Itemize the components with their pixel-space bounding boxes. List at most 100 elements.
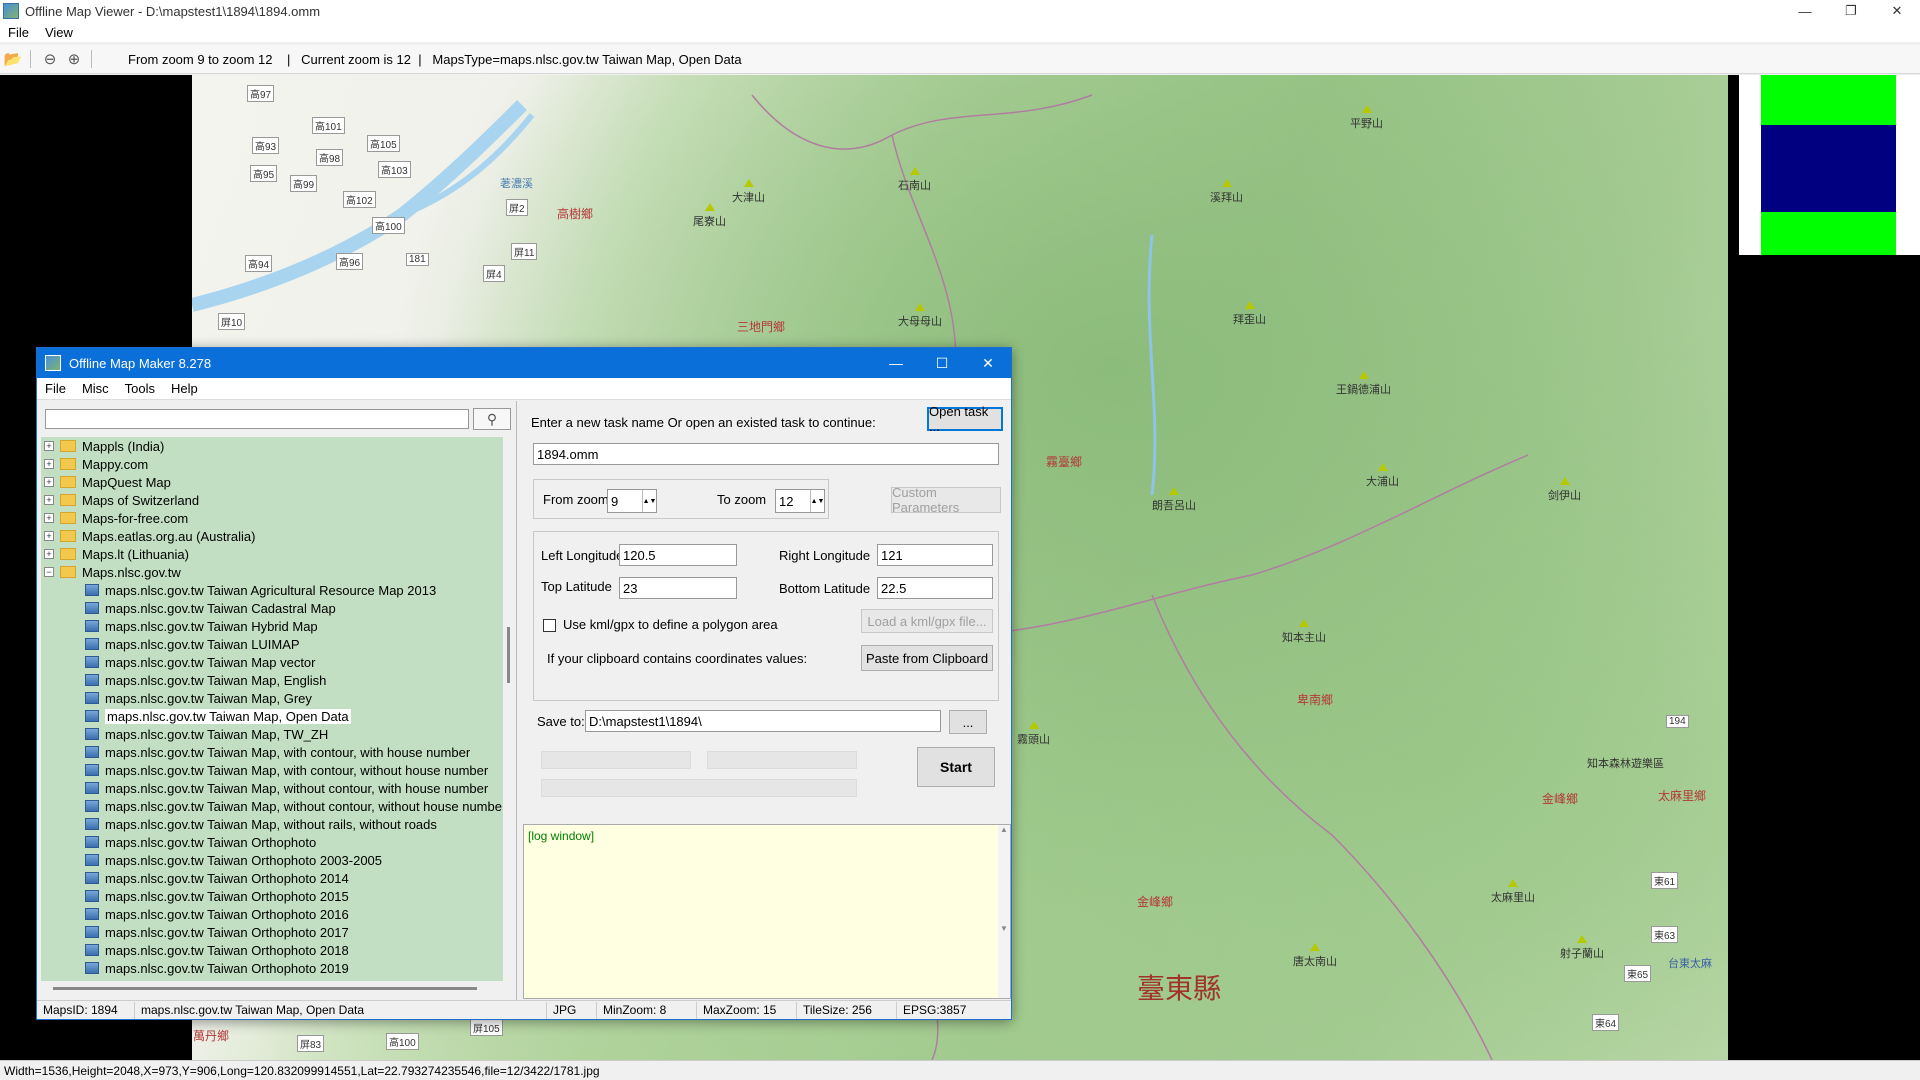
search-button[interactable]: ⚲ — [473, 408, 511, 430]
tree-folder[interactable]: + Mappls (India) — [41, 437, 503, 455]
scrollbar-thumb[interactable] — [507, 627, 510, 683]
tree-item[interactable]: maps.nlsc.gov.tw Taiwan LUIMAP — [41, 635, 503, 653]
tree-folder[interactable]: + Maps-for-free.com — [41, 509, 503, 527]
expand-icon[interactable]: + — [44, 549, 54, 559]
township-label: 金峰鄉 — [1542, 792, 1579, 806]
tree-folder[interactable]: + Maps.eatlas.org.au (Australia) — [41, 527, 503, 545]
tree-folder[interactable]: + Maps of Switzerland — [41, 491, 503, 509]
load-kml-button[interactable]: Load a kml/gpx file... — [861, 609, 993, 633]
tree-folder[interactable]: + Maps.lt (Lithuania) — [41, 545, 503, 563]
road-label: 高103 — [378, 161, 411, 178]
kml-checkbox[interactable] — [543, 619, 556, 632]
tree-folder[interactable]: + MapQuest Map — [41, 473, 503, 491]
minimize-icon[interactable]: — — [1782, 0, 1828, 22]
save-to-input[interactable]: D:\mapstest1\1894\ — [585, 710, 941, 732]
maximize-icon[interactable]: ☐ — [919, 348, 965, 378]
menu-file[interactable]: File — [37, 381, 74, 396]
tree-item[interactable]: maps.nlsc.gov.tw Taiwan Map, Grey — [41, 689, 503, 707]
expand-icon[interactable]: + — [44, 495, 54, 505]
zoom-in-icon[interactable]: ⊕ — [63, 48, 85, 70]
peak-label: 太麻里山 — [1491, 879, 1535, 905]
peak-label: 大母母山 — [898, 303, 942, 329]
minimize-icon[interactable]: — — [873, 348, 919, 378]
tree-item-selected[interactable]: maps.nlsc.gov.tw Taiwan Map, Open Data — [41, 707, 503, 725]
tree-item[interactable]: maps.nlsc.gov.tw Taiwan Orthophoto 2016 — [41, 905, 503, 923]
tree-folder[interactable]: + Mappy.com — [41, 455, 503, 473]
tree-item[interactable]: maps.nlsc.gov.tw Taiwan Orthophoto 2017 — [41, 923, 503, 941]
menu-help[interactable]: Help — [163, 381, 206, 396]
tree-item[interactable]: maps.nlsc.gov.tw Taiwan Map, without con… — [41, 779, 503, 797]
road-label: 東63 — [1651, 926, 1679, 943]
right-longitude-input[interactable]: 121 — [877, 544, 993, 566]
menu-view[interactable]: View — [37, 25, 81, 40]
collapse-icon[interactable]: − — [44, 567, 54, 577]
custom-parameters-button[interactable]: Custom Parameters — [891, 485, 1001, 515]
viewer-toolbar: 📂 ⊖ ⊕ From zoom 9 to zoom 12 | Current z… — [0, 45, 1920, 74]
top-latitude-input[interactable]: 23 — [619, 577, 737, 599]
township-label: 高樹鄉 — [557, 207, 594, 221]
tree-item[interactable]: maps.nlsc.gov.tw Taiwan Cadastral Map — [41, 599, 503, 617]
tree-item[interactable]: maps.nlsc.gov.tw Taiwan Map vector — [41, 653, 503, 671]
open-task-button[interactable]: Open task ... — [927, 404, 1003, 434]
tree-item[interactable]: maps.nlsc.gov.tw Taiwan Orthophoto 2003-… — [41, 851, 503, 869]
spinner-arrows-icon[interactable]: ▲▼ — [810, 490, 824, 512]
left-longitude-label: Left Longitude — [541, 548, 624, 563]
tree-item[interactable]: maps.nlsc.gov.tw Taiwan Hybrid Map — [41, 617, 503, 635]
close-icon[interactable]: ✕ — [965, 348, 1011, 378]
expand-icon[interactable]: + — [44, 459, 54, 469]
tree-item[interactable]: maps.nlsc.gov.tw Taiwan Orthophoto — [41, 833, 503, 851]
menu-tools[interactable]: Tools — [117, 381, 163, 396]
open-folder-icon[interactable]: 📂 — [2, 48, 24, 70]
tree-item[interactable]: maps.nlsc.gov.tw Taiwan Map, without rai… — [41, 815, 503, 833]
zoom-out-icon[interactable]: ⊖ — [39, 48, 61, 70]
map-icon — [85, 620, 99, 632]
restore-icon[interactable]: ❐ — [1828, 0, 1874, 22]
tree-item[interactable]: maps.nlsc.gov.tw Taiwan Orthophoto 2014 — [41, 869, 503, 887]
tree-item[interactable]: maps.nlsc.gov.tw Taiwan Map, with contou… — [41, 743, 503, 761]
tree-item[interactable]: maps.nlsc.gov.tw Taiwan Map, TW_ZH — [41, 725, 503, 743]
tree-folder[interactable]: − Maps.nlsc.gov.tw — [41, 563, 503, 581]
spinner-arrows-icon[interactable]: ▲▼ — [642, 490, 656, 512]
river-label: 荖濃溪 — [500, 178, 533, 190]
peak-label: 剑伊山 — [1548, 477, 1581, 503]
tree-item[interactable]: maps.nlsc.gov.tw Taiwan Map, without con… — [41, 797, 503, 815]
peak-label: 王鍋德浦山 — [1336, 371, 1391, 397]
tree-horizontal-scrollbar[interactable] — [53, 987, 477, 990]
expand-icon[interactable]: + — [44, 441, 54, 451]
map-source-tree[interactable]: + Mappls (India) + Mappy.com + MapQuest Map… — [41, 437, 503, 981]
road-label: 高100 — [386, 1033, 419, 1050]
status-max-zoom: MaxZoom: 15 — [697, 1001, 797, 1019]
expand-icon[interactable]: + — [44, 531, 54, 541]
log-window[interactable]: [log window] ▲ ▼ — [523, 824, 1011, 999]
tree-item[interactable]: maps.nlsc.gov.tw Taiwan Agricultural Res… — [41, 581, 503, 599]
tree-item[interactable]: maps.nlsc.gov.tw Taiwan Map, English — [41, 671, 503, 689]
log-scrollbar[interactable]: ▲ ▼ — [998, 825, 1010, 998]
tree-item[interactable]: maps.nlsc.gov.tw Taiwan Orthophoto 2015 — [41, 887, 503, 905]
expand-icon[interactable]: + — [44, 477, 54, 487]
tree-item[interactable]: maps.nlsc.gov.tw Taiwan Orthophoto 2019 — [41, 959, 503, 977]
bottom-latitude-input[interactable]: 22.5 — [877, 577, 993, 599]
task-name-input[interactable]: 1894.omm — [533, 443, 999, 465]
expand-icon[interactable]: + — [44, 513, 54, 523]
from-zoom-spinner[interactable]: 9 ▲▼ — [607, 489, 657, 513]
tree-item[interactable]: maps.nlsc.gov.tw Taiwan Orthophoto 2018 — [41, 941, 503, 959]
tree-vertical-scrollbar[interactable] — [505, 437, 513, 981]
close-icon[interactable]: ✕ — [1874, 0, 1920, 22]
status-tile-size: TileSize: 256 — [797, 1001, 897, 1019]
folder-icon — [60, 494, 76, 506]
township-label: 三地門鄉 — [737, 320, 786, 334]
start-button[interactable]: Start — [917, 747, 995, 787]
menu-misc[interactable]: Misc — [74, 381, 117, 396]
viewer-window-controls: — ❐ ✕ — [1782, 0, 1920, 22]
legend-band-navy — [1761, 125, 1896, 212]
to-zoom-spinner[interactable]: 12 ▲▼ — [775, 489, 825, 513]
map-icon — [85, 782, 99, 794]
road-label: 東61 — [1651, 872, 1679, 889]
paste-from-clipboard-button[interactable]: Paste from Clipboard — [861, 645, 993, 671]
tree-item[interactable]: maps.nlsc.gov.tw Taiwan Map, with contou… — [41, 761, 503, 779]
menu-file[interactable]: File — [0, 25, 37, 40]
left-longitude-input[interactable]: 120.5 — [619, 544, 737, 566]
browse-button[interactable]: ... — [949, 710, 987, 734]
search-input[interactable] — [45, 409, 469, 429]
road-label: 高96 — [336, 253, 364, 270]
